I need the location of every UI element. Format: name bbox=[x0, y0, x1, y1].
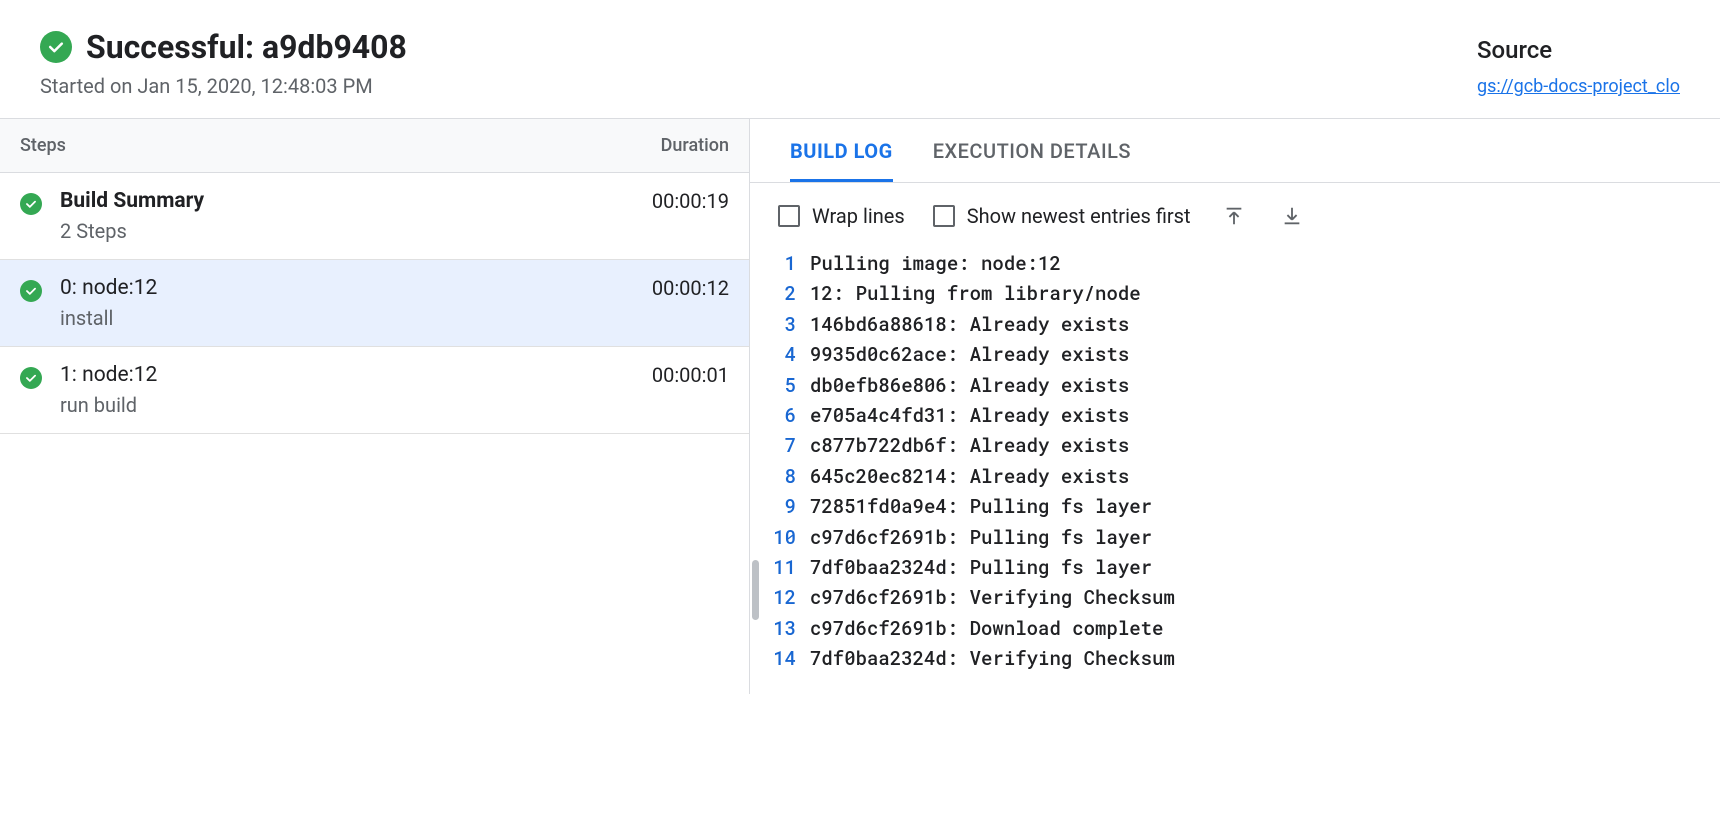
log-line-number: 13 bbox=[770, 614, 810, 644]
log-line-text: c97d6cf2691b: Pulling fs layer bbox=[810, 523, 1152, 553]
steps-table-header: Steps Duration bbox=[0, 119, 749, 173]
source-link[interactable]: gs://gcb-docs-project_clo bbox=[1477, 76, 1680, 97]
wrap-lines-label: Wrap lines bbox=[812, 204, 905, 228]
build-header: Successful: a9db9408 Started on Jan 15, … bbox=[0, 0, 1720, 118]
log-line: 972851fd0a9e4: Pulling fs layer bbox=[770, 492, 1700, 522]
step-subtitle: install bbox=[60, 306, 157, 330]
log-line-text: 9935d0c62ace: Already exists bbox=[810, 340, 1129, 370]
log-line-number: 7 bbox=[770, 431, 810, 461]
title-row: Successful: a9db9408 bbox=[40, 28, 407, 66]
duration-column-label: Duration bbox=[661, 135, 729, 156]
log-line: 8645c20ec8214: Already exists bbox=[770, 462, 1700, 492]
log-line: 49935d0c62ace: Already exists bbox=[770, 340, 1700, 370]
log-panel: BUILD LOG EXECUTION DETAILS Wrap lines S… bbox=[750, 119, 1720, 694]
log-line-number: 9 bbox=[770, 492, 810, 522]
step-title: 0: node:12 bbox=[60, 276, 157, 300]
log-line: 12c97d6cf2691b: Verifying Checksum bbox=[770, 583, 1700, 613]
step-duration: 00:00:19 bbox=[652, 189, 729, 213]
log-line-number: 1 bbox=[770, 249, 810, 279]
newest-first-label: Show newest entries first bbox=[967, 204, 1191, 228]
header-right: Source gs://gcb-docs-project_clo bbox=[1477, 28, 1680, 97]
log-controls: Wrap lines Show newest entries first bbox=[750, 183, 1720, 249]
content-row: Steps Duration Build Summary 2 Steps 00:00… bbox=[0, 118, 1720, 694]
log-line-text: 146bd6a88618: Already exists bbox=[810, 310, 1129, 340]
steps-panel: Steps Duration Build Summary 2 Steps 00:00… bbox=[0, 119, 750, 694]
step-duration: 00:00:01 bbox=[652, 363, 729, 387]
log-line-text: db0efb86e806: Already exists bbox=[810, 371, 1129, 401]
log-line-number: 3 bbox=[770, 310, 810, 340]
step-subtitle: run build bbox=[60, 393, 157, 417]
log-line-text: 645c20ec8214: Already exists bbox=[810, 462, 1129, 492]
log-line-number: 2 bbox=[770, 279, 810, 309]
success-check-icon bbox=[40, 31, 72, 63]
header-left: Successful: a9db9408 Started on Jan 15, … bbox=[40, 28, 407, 98]
log-line: 1Pulling image: node:12 bbox=[770, 249, 1700, 279]
started-timestamp: Started on Jan 15, 2020, 12:48:03 PM bbox=[40, 74, 407, 98]
step-row[interactable]: Build Summary 2 Steps 00:00:19 bbox=[0, 173, 749, 260]
step-text: 0: node:12 install bbox=[60, 276, 157, 330]
steps-column-label: Steps bbox=[20, 135, 66, 156]
steps-body: Build Summary 2 Steps 00:00:19 0: node:12 in… bbox=[0, 173, 749, 434]
log-line-number: 6 bbox=[770, 401, 810, 431]
step-success-icon bbox=[20, 193, 42, 215]
newest-first-checkbox[interactable] bbox=[933, 205, 955, 227]
tab-execution-details[interactable]: EXECUTION DETAILS bbox=[933, 119, 1131, 182]
log-line: 10c97d6cf2691b: Pulling fs layer bbox=[770, 523, 1700, 553]
log-line-text: Pulling image: node:12 bbox=[810, 249, 1061, 279]
step-body: 0: node:12 install 00:00:12 bbox=[60, 276, 729, 330]
scroll-to-top-icon[interactable] bbox=[1219, 201, 1249, 231]
log-line: 6e705a4c4fd31: Already exists bbox=[770, 401, 1700, 431]
log-line-number: 11 bbox=[770, 553, 810, 583]
log-line-text: c97d6cf2691b: Download complete bbox=[810, 614, 1163, 644]
log-line-number: 8 bbox=[770, 462, 810, 492]
log-line-text: c877b722db6f: Already exists bbox=[810, 431, 1129, 461]
tab-build-log[interactable]: BUILD LOG bbox=[790, 119, 893, 182]
panel-scrollbar[interactable] bbox=[752, 560, 759, 620]
step-success-icon bbox=[20, 280, 42, 302]
log-line-number: 4 bbox=[770, 340, 810, 370]
log-line-text: e705a4c4fd31: Already exists bbox=[810, 401, 1129, 431]
log-line: 5db0efb86e806: Already exists bbox=[770, 371, 1700, 401]
log-line-text: 12: Pulling from library/node bbox=[810, 279, 1141, 309]
step-title: Build Summary bbox=[60, 189, 204, 213]
log-line-number: 10 bbox=[770, 523, 810, 553]
step-row[interactable]: 1: node:12 run build 00:00:01 bbox=[0, 347, 749, 434]
log-line: 147df0baa2324d: Verifying Checksum bbox=[770, 644, 1700, 674]
log-line-text: 7df0baa2324d: Pulling fs layer bbox=[810, 553, 1152, 583]
wrap-lines-checkbox[interactable] bbox=[778, 205, 800, 227]
log-tabs: BUILD LOG EXECUTION DETAILS bbox=[750, 119, 1720, 183]
step-body: 1: node:12 run build 00:00:01 bbox=[60, 363, 729, 417]
log-line-text: 72851fd0a9e4: Pulling fs layer bbox=[810, 492, 1152, 522]
step-success-icon bbox=[20, 367, 42, 389]
log-line-text: 7df0baa2324d: Verifying Checksum bbox=[810, 644, 1175, 674]
step-text: Build Summary 2 Steps bbox=[60, 189, 204, 243]
wrap-lines-control[interactable]: Wrap lines bbox=[778, 204, 905, 228]
source-label: Source bbox=[1477, 36, 1680, 64]
step-title: 1: node:12 bbox=[60, 363, 157, 387]
step-row[interactable]: 0: node:12 install 00:00:12 bbox=[0, 260, 749, 347]
newest-first-control[interactable]: Show newest entries first bbox=[933, 204, 1191, 228]
page-title: Successful: a9db9408 bbox=[86, 28, 407, 66]
download-icon[interactable] bbox=[1277, 201, 1307, 231]
log-line-text: c97d6cf2691b: Verifying Checksum bbox=[810, 583, 1175, 613]
log-lines[interactable]: 1Pulling image: node:12212: Pulling from… bbox=[750, 249, 1720, 694]
log-line: 13c97d6cf2691b: Download complete bbox=[770, 614, 1700, 644]
step-body: Build Summary 2 Steps 00:00:19 bbox=[60, 189, 729, 243]
step-text: 1: node:12 run build bbox=[60, 363, 157, 417]
log-line: 117df0baa2324d: Pulling fs layer bbox=[770, 553, 1700, 583]
log-line-number: 12 bbox=[770, 583, 810, 613]
step-duration: 00:00:12 bbox=[652, 276, 729, 300]
log-line: 7c877b722db6f: Already exists bbox=[770, 431, 1700, 461]
log-line: 3146bd6a88618: Already exists bbox=[770, 310, 1700, 340]
step-subtitle: 2 Steps bbox=[60, 219, 204, 243]
log-line-number: 14 bbox=[770, 644, 810, 674]
log-line: 212: Pulling from library/node bbox=[770, 279, 1700, 309]
log-line-number: 5 bbox=[770, 371, 810, 401]
